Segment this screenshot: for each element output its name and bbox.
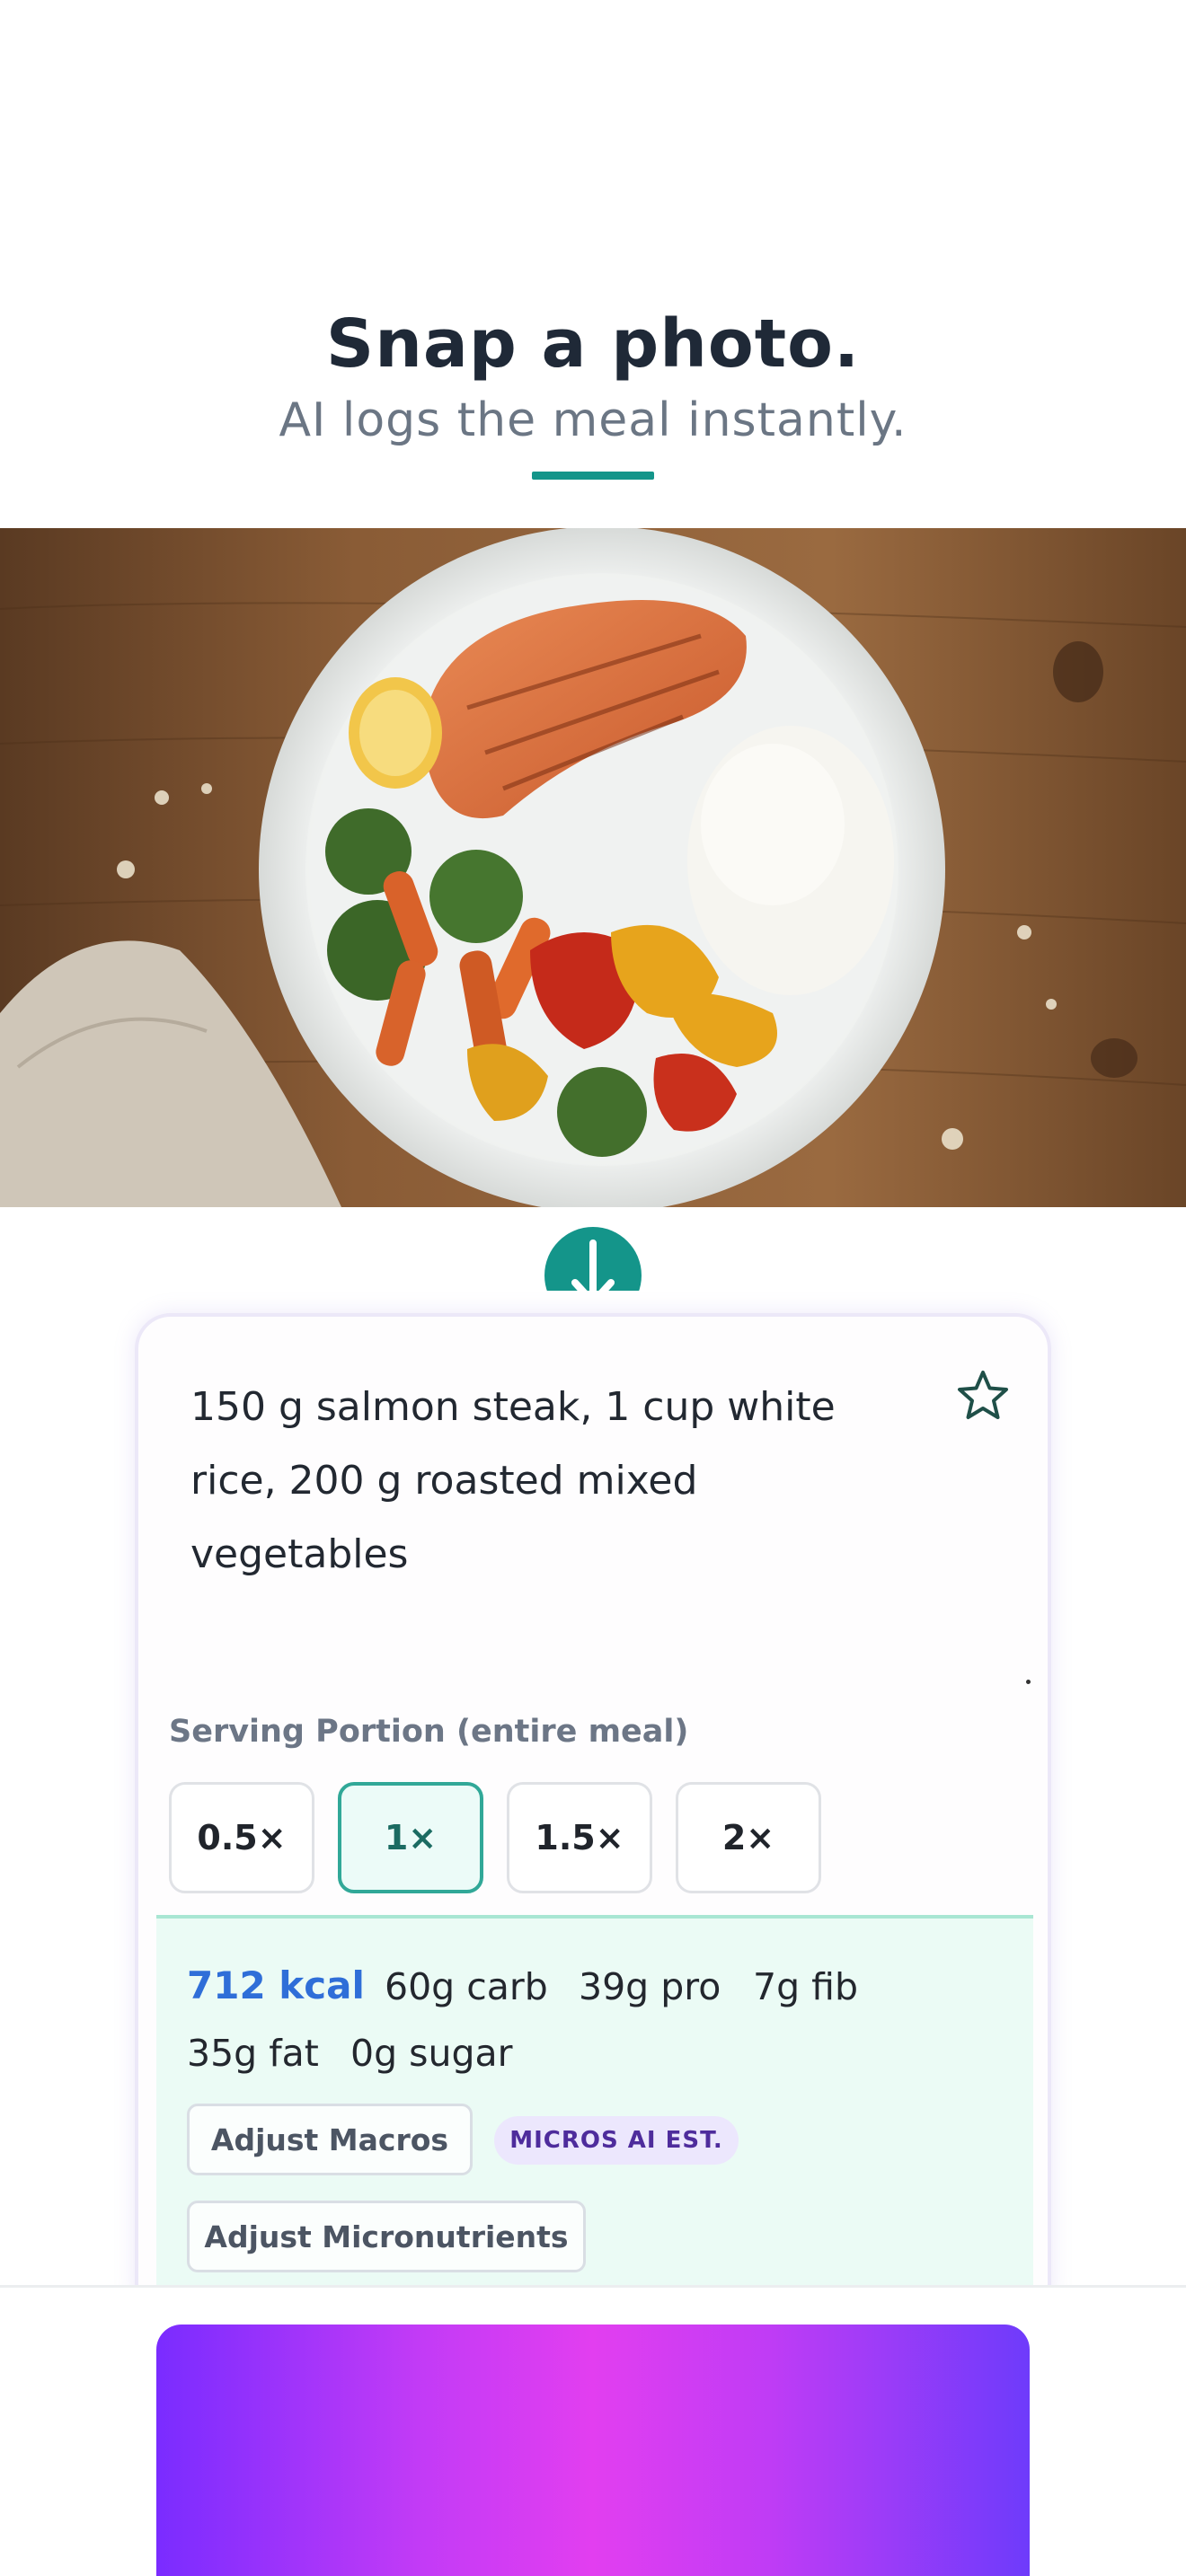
hero-underline — [532, 472, 654, 480]
hero-subtitle: AI logs the meal instantly. — [279, 393, 907, 447]
fiber-value: 7g fib — [753, 1965, 858, 2008]
sugar-value: 0g sugar — [350, 2032, 513, 2075]
hero-title: Snap a photo. — [325, 305, 861, 383]
portion-option-1-5x[interactable]: 1.5× — [507, 1782, 652, 1893]
portion-option-0-5x[interactable]: 0.5× — [169, 1782, 314, 1893]
meal-entry-card: 150 g salmon steak, 1 cup white rice, 20… — [135, 1313, 1051, 2319]
calories-value: 712 kcal — [187, 1963, 365, 2007]
micros-ai-estimate-badge: MICROS AI EST. — [494, 2116, 739, 2165]
nutrition-panel: 712 kcal 60g carb 39g pro 7g fib 35g fat… — [156, 1915, 1033, 2316]
portion-option-1x[interactable]: 1× — [338, 1782, 483, 1893]
protein-value: 39g pro — [579, 1965, 721, 2008]
primary-cta-button[interactable] — [156, 2325, 1030, 2576]
fat-value: 35g fat — [187, 2032, 319, 2075]
hero-section: Snap a photo. AI logs the meal instantly… — [0, 0, 1186, 528]
portion-option-2x[interactable]: 2× — [676, 1782, 821, 1893]
adjust-micronutrients-button[interactable]: Adjust Micronutrients — [187, 2201, 586, 2272]
meal-photo-illustration — [0, 528, 1186, 1207]
adjust-macros-button[interactable]: Adjust Macros — [187, 2104, 473, 2175]
textarea-resize-handle[interactable] — [1026, 1680, 1031, 1684]
meal-photo — [0, 528, 1186, 1207]
meal-description-input[interactable]: 150 g salmon steak, 1 cup white rice, 20… — [190, 1371, 873, 1592]
star-outline-icon[interactable] — [954, 1367, 1012, 1425]
portion-label: Serving Portion (entire meal) — [169, 1714, 689, 1750]
carb-value: 60g carb — [385, 1965, 548, 2008]
